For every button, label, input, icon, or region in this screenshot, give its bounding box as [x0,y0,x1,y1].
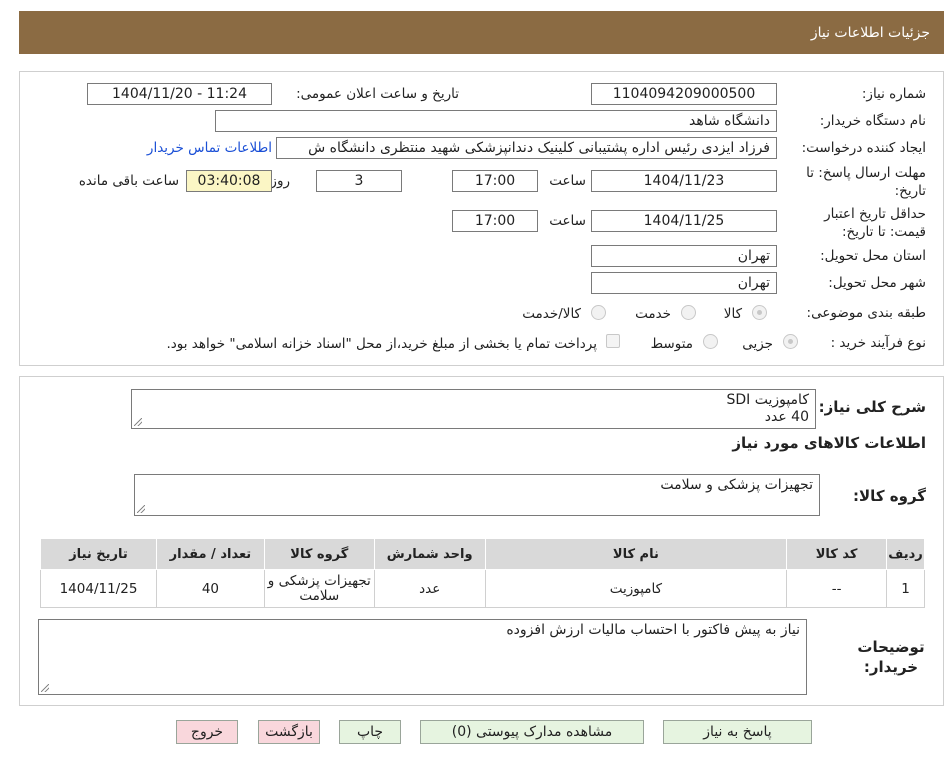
process-label: نوع فرآیند خرید : [830,335,926,351]
category-label: طبقه بندی موضوعی: [806,305,926,321]
table-header-row: ردیف کد کالا نام کالا واحد شمارش گروه کا… [40,538,925,570]
announce-label: تاریخ و ساعت اعلان عمومی: [296,86,459,102]
process-radio-minor[interactable] [783,334,798,349]
buyer-notes-textarea[interactable]: نیاز به پیش فاکتور با احتساب مالیات ارزش… [38,619,807,695]
buyer-notes-label: توضیحات خریدار: [857,638,925,676]
summary-line-1: کامپوزیت SDI [726,392,809,408]
need-number-label: شماره نیاز: [861,86,926,102]
cell-unit: عدد [373,569,486,608]
goods-group-textarea[interactable]: تجهیزات پزشکی و سلامت [134,474,820,516]
page-title: جزئیات اطلاعات نیاز [810,24,930,41]
back-button[interactable]: بازگشت [258,720,320,744]
col-row-header: ردیف [886,538,925,570]
validity-date-field: 1404/11/25 [591,210,777,232]
category-radio-service[interactable] [681,305,696,320]
city-label: شهر محل تحویل: [828,275,926,291]
col-code-header: کد کالا [786,538,888,570]
col-group-header: گروه کالا [263,538,375,570]
col-date-header: تاریخ نیاز [40,538,157,570]
province-field: تهران [591,245,777,267]
category-option-goods: کالا [723,306,742,322]
buyer-org-label: نام دستگاه خریدار: [819,113,926,129]
city-field: تهران [591,272,777,294]
cell-code: -- [786,569,888,608]
contact-buyer-link[interactable]: اطلاعات تماس خریدار [147,140,272,156]
creator-field: فرزاد ایزدی رئیس اداره پشتیبانی کلینیک د… [276,137,777,159]
validity-label: حداقل تاریخ اعتبار قیمت: تا تاریخ: [824,206,926,240]
reply-button[interactable]: پاسخ به نیاز [663,720,812,744]
remaining-label: ساعت باقی مانده [78,173,179,189]
province-label: استان محل تحویل: [820,248,926,264]
cell-date: 1404/11/25 [40,569,157,608]
validity-time-field: 17:00 [452,210,538,232]
goods-group-value: تجهیزات پزشکی و سلامت [660,477,813,493]
process-option-medium: متوسط [650,336,693,352]
resize-grip-icon[interactable] [134,418,142,426]
deadline-time-field: 17:00 [452,170,538,192]
creator-label: ایجاد کننده درخواست: [801,140,926,156]
resize-grip-icon[interactable] [41,684,49,692]
cell-group: تجهیزات پزشکی و سلامت [263,569,375,608]
deadline-time-label: ساعت [549,173,586,189]
treasury-payment-checkbox[interactable] [606,334,620,348]
announce-field: 1404/11/20 - 11:24 [87,83,272,105]
process-option-minor: جزیی [742,336,773,352]
cell-row: 1 [886,569,925,608]
exit-button[interactable]: خروج [176,720,238,744]
page-header: جزئیات اطلاعات نیاز [19,11,944,54]
category-radio-goods-service[interactable] [591,305,606,320]
print-button[interactable]: چاپ [339,720,401,744]
summary-label: شرح کلی نیاز: [818,398,926,416]
process-radio-medium[interactable] [703,334,718,349]
need-number-field: 1104094209000500 [591,83,777,105]
goods-info-title: اطلاعات کالاهای مورد نیاز [732,434,926,452]
summary-line-2: 40 عدد [764,409,809,425]
summary-textarea[interactable]: کامپوزیت SDI 40 عدد [131,389,816,429]
validity-time-label: ساعت [549,213,586,229]
deadline-label: مهلت ارسال پاسخ: تا تاریخ: [806,165,926,199]
remaining-time-field: 03:40:08 [186,170,272,192]
deadline-date-field: 1404/11/23 [591,170,777,192]
buyer-notes-value: نیاز به پیش فاکتور با احتساب مالیات ارزش… [506,622,800,638]
view-attachments-button[interactable]: مشاهده مدارک پیوستی (0) [420,720,644,744]
category-option-service: خدمت [635,306,671,322]
cell-name: کامپوزیت [484,569,788,608]
goods-table: ردیف کد کالا نام کالا واحد شمارش گروه کا… [40,538,925,608]
col-qty-header: تعداد / مقدار [156,538,265,570]
category-radio-goods[interactable] [752,305,767,320]
buyer-org-field: دانشگاه شاهد [215,110,777,132]
category-option-goods-service: کالا/خدمت [522,306,581,322]
days-field: 3 [316,170,402,192]
col-name-header: نام کالا [484,538,788,570]
cell-qty: 40 [156,569,265,608]
table-row: 1 -- کامپوزیت عدد تجهیزات پزشکی و سلامت … [40,569,925,608]
col-unit-header: واحد شمارش [373,538,486,570]
resize-grip-icon[interactable] [137,505,145,513]
payment-note: پرداخت تمام یا بخشی از مبلغ خرید،از محل … [166,336,597,352]
goods-group-label: گروه کالا: [853,487,926,505]
